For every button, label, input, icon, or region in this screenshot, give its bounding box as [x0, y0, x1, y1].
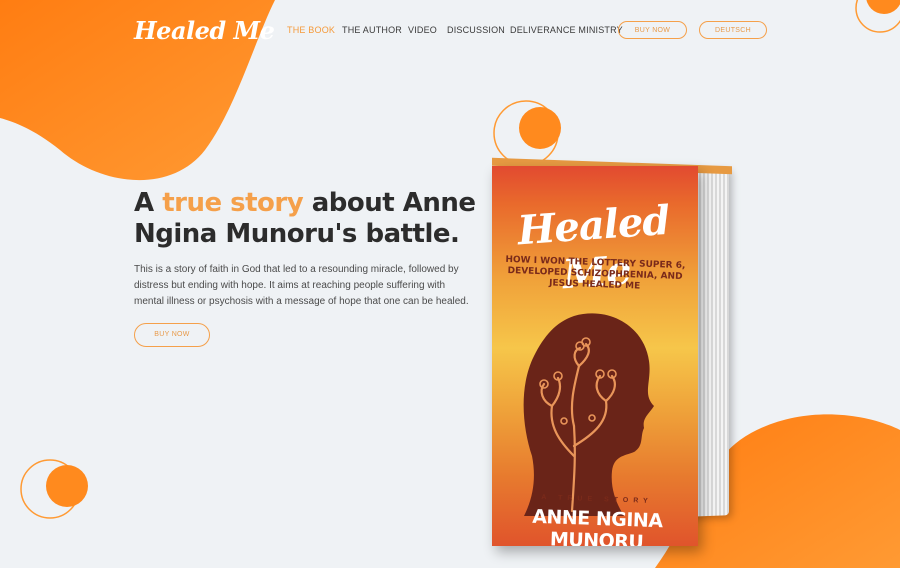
book-author: ANNE NGINA MUNORU [531, 505, 663, 546]
hero-description: This is a story of faith in God that led… [134, 264, 469, 307]
mid-filled-circle [519, 107, 561, 149]
headline-prefix: A [134, 188, 163, 218]
woman-silhouette-tree-illustration [523, 313, 654, 516]
nav-item-deliverance-ministry[interactable]: DELIVERANCE MINISTRY [510, 25, 623, 35]
nav-buy-now-button[interactable]: BUY NOW [618, 21, 687, 39]
nav-item-discussion[interactable]: DISCUSSION [447, 25, 505, 35]
book-front-cover: Healed Me How I won the lottery Super 6,… [492, 166, 698, 546]
headline-accent: true story [162, 188, 304, 218]
site-logo[interactable]: Healed Me [134, 16, 275, 45]
book-subtitle: How I won the lottery Super 6, developed… [505, 254, 686, 292]
hero-buy-now-button[interactable]: BUY NOW [134, 323, 210, 347]
bottom-left-filled-circle [46, 465, 88, 507]
nav-item-the-author[interactable]: THE AUTHOR [342, 25, 402, 35]
nav-item-the-book[interactable]: THE BOOK [287, 25, 335, 35]
language-switch-button[interactable]: DEUTSCH [699, 21, 767, 39]
top-right-filled-circle [866, 0, 900, 14]
nav-item-video[interactable]: VIDEO [408, 25, 437, 35]
book-cover-image: Healed Me How I won the lottery Super 6,… [492, 157, 742, 550]
hero-headline: A true story about Anne Ngina Munoru's b… [134, 188, 504, 250]
